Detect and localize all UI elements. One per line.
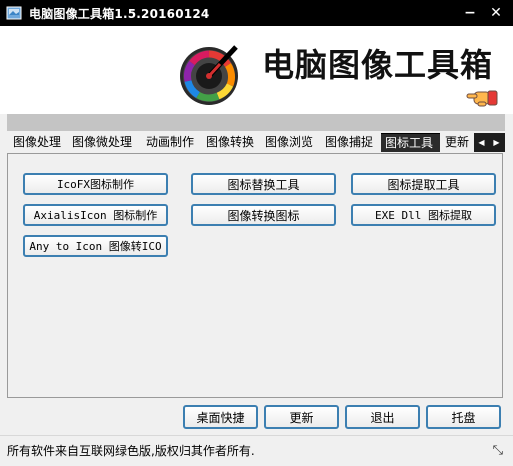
desktop-shortcut-button[interactable]: 桌面快捷 xyxy=(183,405,258,429)
axialis-icon-button-label: AxialisIcon 图标制作 xyxy=(33,209,158,222)
tab-animation[interactable]: 动画制作 xyxy=(142,133,198,152)
scroll-left-icon[interactable]: ◀ xyxy=(474,133,489,152)
icon-extract-button[interactable]: 图标提取工具 xyxy=(351,173,496,195)
tab-image-conversion[interactable]: 图像转换 xyxy=(202,133,258,152)
status-text: 所有软件来自互联网绿色版,版权归其作者所有. xyxy=(7,444,255,458)
icofx-button[interactable]: IcoFX图标制作 xyxy=(23,173,168,195)
color-picker-dial-icon xyxy=(180,45,238,105)
exe-dll-icon-extract-button-label: EXE Dll 图标提取 xyxy=(375,209,472,222)
image-to-icon-button-label: 图像转换图标 xyxy=(227,208,300,223)
tab-image-micro-processing[interactable]: 图像微处理 xyxy=(68,133,136,152)
tab-scroll-buttons: ◀ ▶ xyxy=(474,133,505,152)
any-to-icon-button-label: Any to Icon 图像转ICO xyxy=(29,240,162,253)
header-banner: 电脑图像工具箱 xyxy=(0,26,513,114)
tab-image-browse[interactable]: 图像浏览 xyxy=(261,133,317,152)
any-to-icon-button[interactable]: Any to Icon 图像转ICO xyxy=(23,235,168,257)
icon-replace-button[interactable]: 图标替换工具 xyxy=(191,173,336,195)
exe-dll-icon-extract-button[interactable]: EXE Dll 图标提取 xyxy=(351,204,496,226)
separator-strip xyxy=(7,114,505,131)
tab-bar: 图像处理 图像微处理 动画制作 图像转换 图像浏览 图像捕捉 图标工具 更新 ◀… xyxy=(7,133,505,153)
status-bar: 所有软件来自互联网绿色版,版权归其作者所有. ⤡ xyxy=(0,435,513,466)
exit-button[interactable]: 退出 xyxy=(345,405,420,429)
update-button[interactable]: 更新 xyxy=(264,405,339,429)
tab-image-processing[interactable]: 图像处理 xyxy=(9,133,65,152)
scroll-right-icon[interactable]: ▶ xyxy=(489,133,504,152)
icofx-button-label: IcoFX图标制作 xyxy=(56,178,135,191)
minimize-button[interactable]: − xyxy=(457,3,483,23)
close-button[interactable]: ✕ xyxy=(483,3,509,23)
window-title: 电脑图像工具箱1.5.20160124 xyxy=(29,6,210,21)
image-to-icon-button[interactable]: 图像转换图标 xyxy=(191,204,336,226)
banner-title: 电脑图像工具箱 xyxy=(262,46,494,84)
tray-button[interactable]: 托盘 xyxy=(426,405,501,429)
app-icon xyxy=(6,6,22,20)
icon-tools-panel: IcoFX图标制作 图标替换工具 图标提取工具 AxialisIcon 图标制作… xyxy=(7,153,503,398)
tab-update[interactable]: 更新 xyxy=(441,133,474,152)
icon-replace-button-label: 图标替换工具 xyxy=(227,177,300,192)
title-bar[interactable]: 电脑图像工具箱1.5.20160124 − ✕ xyxy=(0,0,513,26)
app-window: 电脑图像工具箱1.5.20160124 − ✕ 电脑图像工具箱 图像处理 图像微… xyxy=(0,0,513,466)
tab-image-capture[interactable]: 图像捕捉 xyxy=(321,133,377,152)
resize-grip-icon[interactable]: ⤡ xyxy=(493,443,503,458)
icon-extract-button-label: 图标提取工具 xyxy=(387,177,460,192)
tab-icon-tools[interactable]: 图标工具 xyxy=(381,133,440,152)
axialis-icon-button[interactable]: AxialisIcon 图标制作 xyxy=(23,204,168,226)
pointing-hand-icon xyxy=(466,90,498,107)
